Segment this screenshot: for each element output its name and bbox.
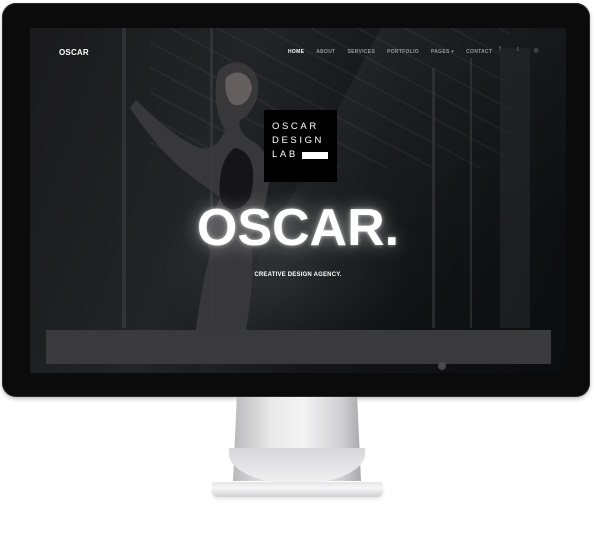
- scroll-down-indicator[interactable]: [438, 362, 446, 370]
- badge-line-3: LAB: [272, 148, 337, 162]
- menu-item-contact[interactable]: CONTACT: [466, 49, 492, 55]
- menu-item-portfolio[interactable]: PORTFOLIO: [387, 49, 419, 55]
- badge-bar: [301, 151, 328, 159]
- menu-item-home[interactable]: HOME: [288, 49, 304, 55]
- monitor-stand-base: [212, 482, 383, 497]
- globe-icon[interactable]: ◎: [533, 47, 539, 54]
- model-photo: [130, 62, 270, 338]
- badge-line-3-text: LAB: [272, 149, 298, 160]
- menu-item-about[interactable]: ABOUT: [316, 49, 335, 55]
- top-navigation: OSCAR HOME ABOUT SERVICES PORTFOLIO PAGE…: [30, 28, 566, 74]
- website-screen: OSCAR HOME ABOUT SERVICES PORTFOLIO PAGE…: [30, 28, 566, 373]
- badge-line-1: OSCAR: [272, 121, 319, 132]
- twitter-icon[interactable]: t: [515, 47, 521, 54]
- monitor: OSCAR HOME ABOUT SERVICES PORTFOLIO PAGE…: [2, 3, 590, 397]
- badge-line-2: DESIGN: [272, 135, 325, 146]
- menu-item-services[interactable]: SERVICES: [347, 49, 375, 55]
- design-lab-badge: OSCAR DESIGN LAB: [264, 110, 337, 182]
- hero-title: OSCAR.: [196, 199, 400, 257]
- social-links: f t ◎: [497, 47, 551, 54]
- content-band: [46, 330, 551, 364]
- scaffold-pole: [470, 58, 472, 328]
- facebook-icon[interactable]: f: [497, 47, 503, 54]
- main-menu: HOME ABOUT SERVICES PORTFOLIO PAGES ▾ CO…: [288, 49, 504, 55]
- scaffold-pole: [432, 68, 435, 328]
- menu-item-pages[interactable]: PAGES ▾: [431, 49, 454, 55]
- building-wall: [500, 48, 530, 328]
- hero-subtitle: CREATIVE DESIGN AGENCY.: [254, 272, 342, 278]
- site-logo[interactable]: OSCAR: [59, 48, 89, 57]
